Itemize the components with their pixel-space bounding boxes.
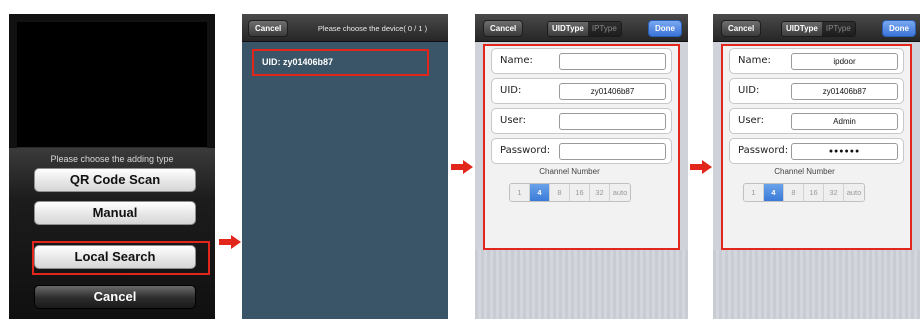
highlight-box: [483, 44, 680, 250]
type-segmented-control: UIDType IPType: [781, 21, 856, 37]
manual-button[interactable]: Manual: [34, 201, 196, 225]
nav-title: Please choose the device( 0 / 1 ): [317, 24, 428, 33]
qr-code-scan-button[interactable]: QR Code Scan: [34, 168, 196, 192]
highlight-box: [32, 241, 210, 275]
cancel-button[interactable]: Cancel: [248, 20, 289, 37]
done-button[interactable]: Done: [648, 20, 682, 37]
screen-add-device-empty: Cancel UIDType IPType Done Name: UID: zy…: [475, 14, 688, 319]
cancel-button[interactable]: Cancel: [483, 20, 524, 37]
tab-uid-type[interactable]: UIDType: [782, 22, 822, 36]
background-pattern: [713, 250, 920, 319]
screen-add-type: Please choose the adding type QR Code Sc…: [9, 14, 215, 319]
screen-add-device-filled: Cancel UIDType IPType Done Name: ipdoor …: [713, 14, 920, 319]
background-pattern: [475, 250, 688, 319]
arrow-right-icon: [690, 160, 712, 174]
tab-ip-type[interactable]: IPType: [587, 22, 621, 36]
action-sheet-title: Please choose the adding type: [50, 154, 174, 164]
screen-device-list: Cancel Please choose the device( 0 / 1 )…: [242, 14, 448, 319]
camera-preview: [17, 22, 207, 148]
cancel-button[interactable]: Cancel: [721, 20, 762, 37]
type-segmented-control: UIDType IPType: [547, 21, 622, 37]
cancel-button[interactable]: Cancel: [34, 285, 196, 309]
done-button[interactable]: Done: [882, 20, 916, 37]
arrow-right-icon: [451, 160, 473, 174]
arrow-right-icon: [219, 235, 241, 249]
tab-ip-type[interactable]: IPType: [821, 22, 855, 36]
highlight-box: [721, 44, 912, 250]
highlight-box: [252, 49, 429, 76]
tab-uid-type[interactable]: UIDType: [548, 22, 588, 36]
